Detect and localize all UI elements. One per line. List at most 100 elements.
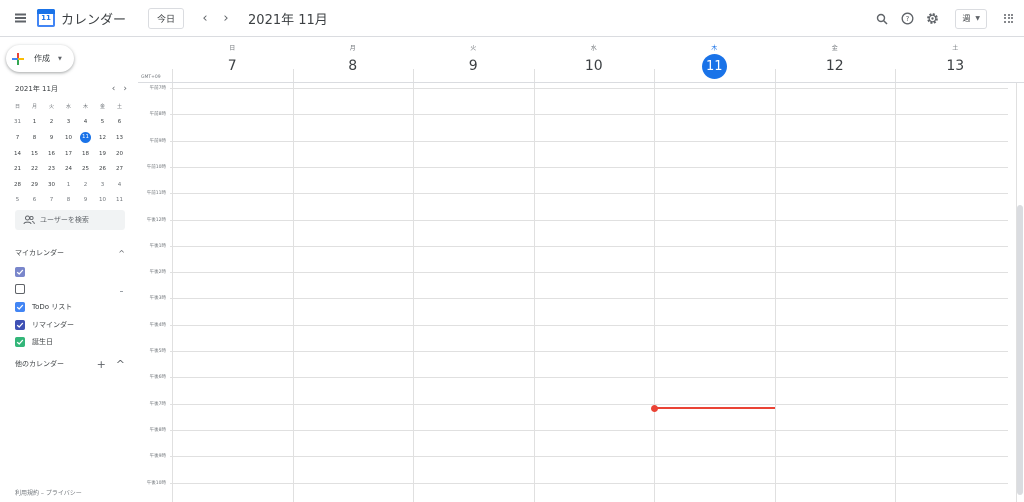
mini-day[interactable]: 22 <box>26 166 43 172</box>
mini-day[interactable]: 1 <box>60 182 77 188</box>
checkbox-checked-icon[interactable] <box>15 267 25 277</box>
mini-day[interactable]: 6 <box>111 119 128 125</box>
hour-gridline <box>170 351 1008 352</box>
mini-day[interactable]: 9 <box>43 135 60 141</box>
mini-day[interactable]: 2 <box>77 182 94 188</box>
time-grid[interactable]: 午前7時 午前8時 午前9時 午前10時 午前11時 午後12時 午後1時 午後2時 午後3時午… <box>138 82 1024 502</box>
mini-day-today[interactable]: 11 <box>77 132 94 144</box>
checkbox-checked-icon[interactable] <box>15 337 25 347</box>
next-week-button[interactable]: › <box>219 8 233 28</box>
other-calendars-header[interactable]: 他のカレンダー + ^ <box>15 357 125 371</box>
hour-label: 午後4時 <box>149 322 166 328</box>
top-bar: 11 カレンダー 今日 ‹ › 2021年 11月 ? 週 ▼ <box>0 0 1024 37</box>
logo-day: 11 <box>41 14 51 22</box>
mini-day[interactable]: 4 <box>77 119 94 125</box>
add-calendar-plus-icon[interactable]: + <box>97 358 106 371</box>
mini-day[interactable]: 19 <box>94 151 111 157</box>
day-number[interactable]: 8 <box>348 58 357 74</box>
day-column-header[interactable]: 水 10 <box>534 37 655 82</box>
calendar-list-item[interactable]: リマインダー <box>15 318 74 332</box>
mini-day[interactable]: 17 <box>60 151 77 157</box>
calendar-list-item[interactable] <box>15 265 32 279</box>
calendar-list-item[interactable]: ToDo リスト <box>15 300 72 314</box>
mini-day[interactable]: 18 <box>77 151 94 157</box>
mini-day[interactable]: 5 <box>9 197 26 203</box>
checkbox-empty-icon[interactable] <box>15 284 25 294</box>
mini-day[interactable]: 26 <box>94 166 111 172</box>
terms-link[interactable]: 利用規約 <box>15 490 39 497</box>
help-icon[interactable]: ? <box>897 9 917 29</box>
mini-day[interactable]: 15 <box>26 151 43 157</box>
day-number[interactable]: 13 <box>946 58 964 74</box>
mini-prev-month-button[interactable]: ‹ <box>112 84 116 94</box>
mini-day[interactable]: 4 <box>111 182 128 188</box>
day-number[interactable]: 11 <box>701 54 727 79</box>
chevron-up-icon[interactable]: ^ <box>116 358 125 371</box>
mini-day[interactable]: 27 <box>111 166 128 172</box>
mini-day[interactable]: 10 <box>60 135 77 141</box>
day-column-header[interactable]: 月8 <box>293 37 414 82</box>
mini-day[interactable]: 29 <box>26 182 43 188</box>
mini-day[interactable]: 2 <box>43 119 60 125</box>
mini-day[interactable]: 8 <box>60 197 77 203</box>
settings-gear-icon[interactable] <box>922 9 942 29</box>
people-search-input[interactable]: ユーザーを検索 <box>15 210 125 230</box>
day-column-header[interactable]: 土 13 <box>895 37 1016 82</box>
day-column-header[interactable]: 日7 <box>172 37 293 82</box>
mini-day[interactable]: 30 <box>43 182 60 188</box>
mini-day[interactable]: 31 <box>9 119 26 125</box>
main-menu-icon[interactable] <box>8 6 32 30</box>
mini-day[interactable]: 3 <box>94 182 111 188</box>
mini-day[interactable]: 20 <box>111 151 128 157</box>
day-number[interactable]: 10 <box>585 58 603 74</box>
mini-day[interactable]: 23 <box>43 166 60 172</box>
mini-day[interactable]: 1 <box>26 119 43 125</box>
mini-day[interactable]: 3 <box>60 119 77 125</box>
checkbox-checked-icon[interactable] <box>15 302 25 312</box>
previous-week-button[interactable]: ‹ <box>198 8 212 28</box>
search-icon[interactable] <box>872 9 892 29</box>
mini-day[interactable]: 5 <box>94 119 111 125</box>
mini-next-month-button[interactable]: › <box>123 84 127 94</box>
create-button[interactable]: 作成 ▼ <box>6 45 74 72</box>
scrollbar[interactable] <box>1017 205 1023 495</box>
hour-gridline <box>170 482 1008 484</box>
mini-day[interactable]: 8 <box>26 135 43 141</box>
checkbox-checked-icon[interactable] <box>15 320 25 330</box>
day-number[interactable]: 12 <box>826 58 844 74</box>
mini-day[interactable]: 7 <box>43 197 60 203</box>
hour-gridline <box>170 88 1008 89</box>
mini-day[interactable]: 12 <box>94 135 111 141</box>
mini-day[interactable]: 10 <box>94 197 111 203</box>
column-divider <box>654 69 655 82</box>
hour-label: 午前10時 <box>146 164 166 170</box>
google-apps-icon[interactable] <box>1004 13 1014 24</box>
day-number[interactable]: 9 <box>469 58 478 74</box>
privacy-link[interactable]: プライバシー <box>46 490 82 497</box>
my-calendars-header[interactable]: マイカレンダー ^ <box>15 246 125 260</box>
day-number[interactable]: 7 <box>228 58 237 74</box>
mini-day-number: 29 <box>31 181 38 188</box>
column-divider <box>774 69 776 82</box>
mini-day[interactable]: 9 <box>77 197 94 203</box>
mini-day[interactable]: 13 <box>111 135 128 141</box>
mini-day[interactable]: 11 <box>111 197 128 203</box>
mini-day[interactable]: 24 <box>60 166 77 172</box>
mini-day[interactable]: 28 <box>9 182 26 188</box>
mini-day[interactable]: 7 <box>9 135 26 141</box>
today-button[interactable]: 今日 <box>148 7 185 29</box>
view-select[interactable]: 週 ▼ <box>955 8 987 29</box>
day-column-header-today[interactable]: 木 11 <box>654 37 775 82</box>
day-column-header[interactable]: 火9 <box>413 37 534 82</box>
mini-day[interactable]: 14 <box>9 151 26 157</box>
mini-day[interactable]: 25 <box>77 166 94 172</box>
calendar-list-item[interactable]: 誕生日 <box>15 335 53 349</box>
mini-day[interactable]: 21 <box>9 166 26 172</box>
mini-day[interactable]: 6 <box>26 197 43 203</box>
calendar-list-item[interactable] <box>15 282 32 296</box>
mini-day-number: 30 <box>48 181 55 188</box>
mini-day-number: 4 <box>117 181 122 188</box>
mini-weekday-row: 日月火水木金土 <box>9 99 128 115</box>
day-column-header[interactable]: 金 12 <box>775 37 896 82</box>
mini-day[interactable]: 16 <box>43 151 60 157</box>
